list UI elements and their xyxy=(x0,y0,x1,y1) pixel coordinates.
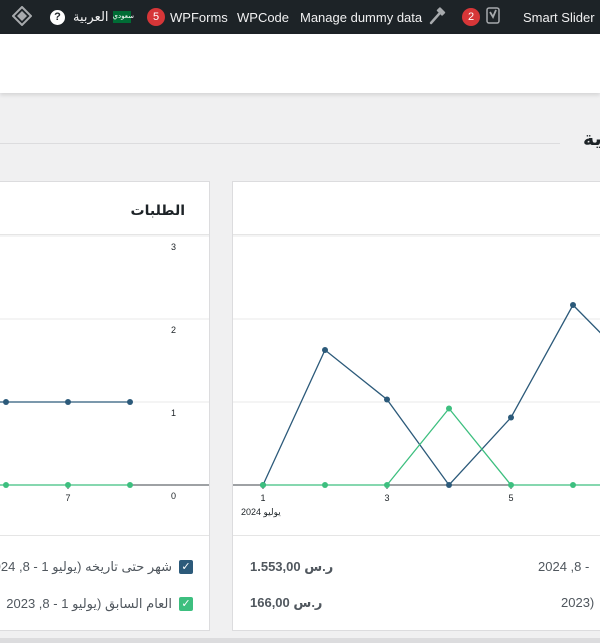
sales-period-previous: 2023) xyxy=(561,595,595,610)
sales-card: 1 3 5 يوليو 2024 1.553,00 ر.س 2024 ,8 - 166… xyxy=(232,181,600,631)
orders-card-title: الطلبات xyxy=(130,202,185,218)
wpforms-badge: 5 xyxy=(147,8,165,26)
data-point xyxy=(570,482,576,488)
smart-slider-label: Smart Slider xyxy=(523,9,595,25)
sales-amount-current: 1.553,00 ر.س xyxy=(250,559,334,574)
data-point xyxy=(446,405,452,412)
data-point xyxy=(260,482,266,488)
admin-bar: ? العربية سعودي 5 WPForms WPCode Manage … xyxy=(0,0,600,34)
checkbox-icon[interactable]: ✓ xyxy=(179,597,193,611)
wpforms-menu[interactable]: 5 WPForms xyxy=(147,0,228,34)
orders-chart: 0 1 2 3 7 xyxy=(0,235,209,503)
data-point xyxy=(65,482,71,488)
legend-previous-year[interactable]: العام السابق (يوليو 1 - 8, 2023 ✓ xyxy=(6,596,193,612)
page-header xyxy=(0,34,600,93)
data-point xyxy=(3,399,9,405)
data-point xyxy=(65,399,71,405)
wpforms-label: WPForms xyxy=(170,9,228,25)
section-divider xyxy=(0,143,560,144)
legend-label: شهر حتى تاريخه (يوليو 1 - 8, 2024 xyxy=(0,559,172,574)
wordpress-menu[interactable] xyxy=(11,0,33,34)
data-point xyxy=(3,482,9,488)
data-point xyxy=(322,482,328,488)
x-tick-label: 7 xyxy=(65,493,70,503)
y-tick-label: 1 xyxy=(171,408,176,418)
series-line xyxy=(262,303,600,487)
card-chart-divider xyxy=(233,535,600,536)
hammer-icon xyxy=(428,6,446,28)
data-point xyxy=(508,482,514,488)
x-axis-month-label: يوليو 2024 xyxy=(241,507,281,517)
yoast-menu[interactable]: 2 xyxy=(462,0,500,34)
smart-slider-menu[interactable]: Smart Slider xyxy=(523,0,595,34)
legend-label: العام السابق (يوليو 1 - 8, 2023 xyxy=(6,596,172,611)
data-point xyxy=(446,482,452,488)
y-tick-label: 0 xyxy=(171,491,176,501)
wordpress-icon xyxy=(11,5,33,29)
language-label: العربية xyxy=(73,9,109,24)
data-point xyxy=(570,302,576,308)
language-switcher[interactable]: ? العربية سعودي xyxy=(50,0,134,34)
sales-period-current: 2024 ,8 - xyxy=(538,559,590,574)
data-point xyxy=(384,396,390,403)
series-line xyxy=(263,407,600,486)
wpcode-label: WPCode xyxy=(237,9,290,25)
wpcode-menu[interactable]: WPCode xyxy=(237,0,289,34)
data-point xyxy=(384,482,390,488)
y-tick-label: 2 xyxy=(171,325,176,335)
x-tick-label: 3 xyxy=(384,493,389,503)
data-point xyxy=(508,414,514,421)
data-point xyxy=(322,347,328,353)
dummy-data-label: Manage dummy data xyxy=(300,9,423,25)
x-tick-label: 1 xyxy=(260,493,265,503)
data-point xyxy=(127,399,133,405)
data-point xyxy=(127,482,133,488)
y-tick-label: 3 xyxy=(171,242,176,252)
x-tick-label: 5 xyxy=(508,493,513,503)
flag-icon: سعودي xyxy=(112,11,134,23)
section-title: ية xyxy=(583,129,600,150)
bottom-edge xyxy=(0,638,600,643)
yoast-icon xyxy=(486,6,500,28)
sales-chart: 1 3 5 يوليو 2024 xyxy=(233,235,600,517)
checkbox-icon[interactable]: ✓ xyxy=(179,560,193,574)
card-chart-divider xyxy=(0,535,209,536)
yoast-badge: 2 xyxy=(462,8,480,26)
dummy-data-menu[interactable]: Manage dummy data xyxy=(300,0,446,34)
orders-card: الطلبات 0 1 2 3 7 شهر حتى تاريخه (يوليو 1 - … xyxy=(0,181,210,631)
sales-amount-previous: 166,00 ر.س xyxy=(250,595,323,610)
legend-current-month[interactable]: شهر حتى تاريخه (يوليو 1 - 8, 2024 ✓ xyxy=(0,559,193,575)
help-icon: ? xyxy=(50,9,65,25)
